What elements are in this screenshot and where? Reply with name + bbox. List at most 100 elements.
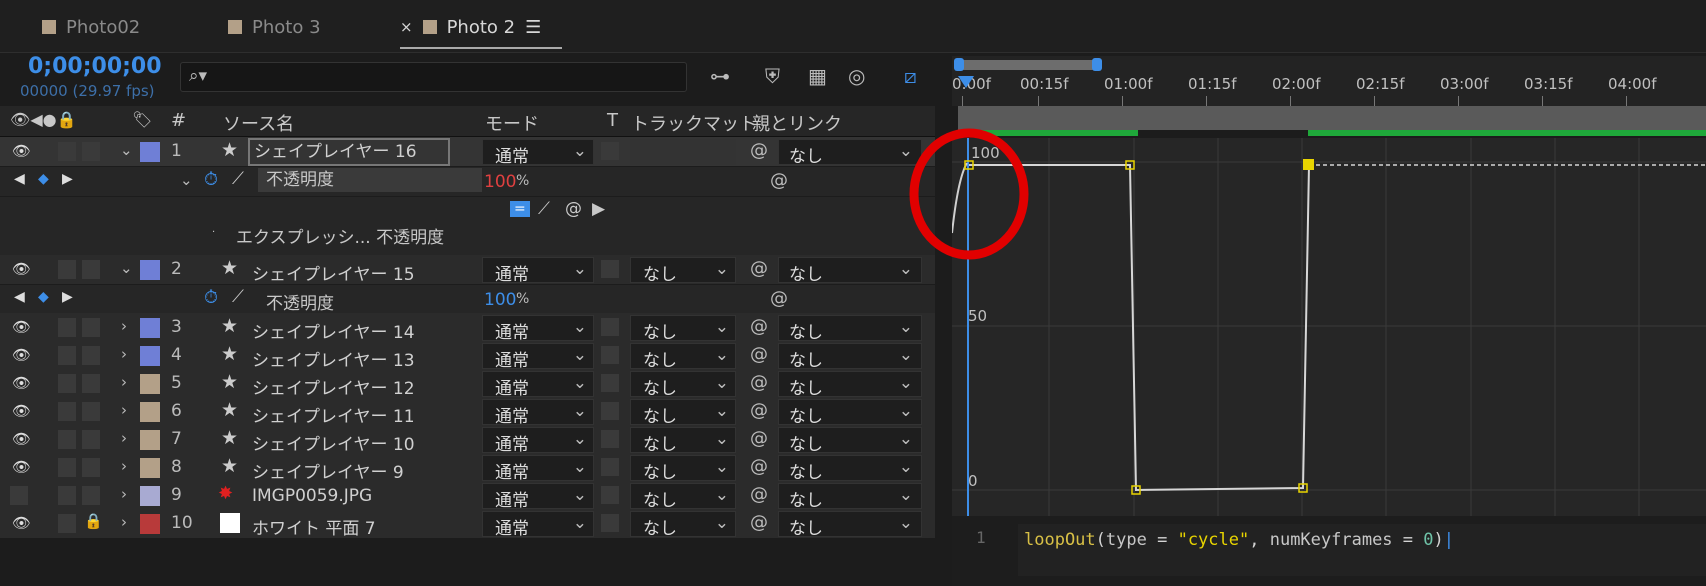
lock-toggle[interactable] — [82, 346, 100, 365]
track-matte-select[interactable]: なし ⌄ — [630, 257, 736, 285]
solo-toggle[interactable] — [58, 458, 76, 477]
pickwhip-icon[interactable]: @ — [750, 140, 768, 161]
label-color[interactable] — [140, 142, 160, 162]
blend-mode-select[interactable]: 通常 ⌄ — [482, 257, 594, 285]
chevron-right-icon[interactable]: › — [121, 513, 127, 531]
preserve-transparency-toggle[interactable] — [601, 458, 619, 476]
layer-name[interactable]: IMGP0059.JPG — [252, 486, 372, 506]
property-row[interactable]: ◀ ◆ ▶ ⏱ ⟋ 不透明度 100 % @ — [0, 285, 935, 315]
stopwatch-icon[interactable]: ⏱ — [204, 287, 218, 308]
next-keyframe-icon[interactable]: ▶ — [62, 171, 73, 187]
lock-toggle[interactable] — [82, 260, 100, 279]
parent-select[interactable]: なし ⌄ — [778, 483, 922, 511]
parent-select[interactable]: なし ⌄ — [778, 257, 922, 285]
preserve-transparency-toggle[interactable] — [601, 514, 619, 532]
keyframe-marker-selected[interactable] — [1303, 159, 1314, 170]
parent-select[interactable]: なし ⌄ — [778, 371, 922, 399]
property-value[interactable]: 100 — [484, 172, 516, 192]
parent-select[interactable]: なし ⌄ — [778, 455, 922, 483]
chevron-down-icon[interactable]: ⌄ — [120, 141, 133, 159]
eye-icon[interactable]: 👁 — [12, 458, 31, 476]
expression-code[interactable]: loopOut(type = "cycle", numKeyframes = 0… — [1018, 524, 1706, 576]
layer-row[interactable]: 👁 › 6 ★ シェイプレイヤー 11 通常 ⌄ なし ⌄ @ なし ⌄ — [0, 397, 935, 427]
label-color[interactable] — [140, 346, 160, 366]
pickwhip-icon[interactable]: @ — [750, 316, 768, 337]
layer-name[interactable]: シェイプレイヤー 10 — [252, 430, 415, 455]
solo-toggle[interactable] — [58, 346, 76, 365]
track-matte-select[interactable]: なし ⌄ — [630, 343, 736, 371]
label-color[interactable] — [140, 458, 160, 478]
shy-layers-icon[interactable]: ⛨ — [765, 64, 780, 88]
layer-row[interactable]: 👁 ⌄ 2 ★ シェイプレイヤー 15 通常 ⌄ なし ⌄ @ なし ⌄ — [0, 255, 935, 285]
label-color[interactable] — [140, 514, 160, 534]
work-area-bar[interactable] — [958, 60, 1098, 70]
parent-select[interactable]: なし ⌄ — [778, 427, 922, 455]
track-matte-select[interactable]: なし ⌄ — [630, 315, 736, 343]
graph-toggle-icon[interactable]: ⟋ — [538, 199, 550, 219]
tab-photo2[interactable]: × Photo 2 ☰ — [400, 14, 541, 40]
layer-row[interactable]: 👁 ⌄ 1 ★ シェイプレイヤー 16 通常 ⌄ @ なし ⌄ — [0, 137, 935, 167]
layer-row[interactable]: › 9 ✸ IMGP0059.JPG 通常 ⌄ なし ⌄ @ なし ⌄ — [0, 481, 935, 511]
blend-mode-select[interactable]: 通常 ⌄ — [482, 455, 594, 483]
pickwhip-icon[interactable]: @ — [750, 258, 768, 279]
eye-icon[interactable]: 👁 — [12, 402, 31, 420]
solo-toggle[interactable] — [58, 260, 76, 279]
chevron-right-icon[interactable]: › — [121, 345, 127, 363]
lock-icon[interactable]: 🔒 — [84, 512, 103, 530]
parent-select[interactable]: なし ⌄ — [778, 511, 922, 539]
layer-name[interactable]: シェイプレイヤー 12 — [252, 374, 415, 399]
blend-mode-select[interactable]: 通常 ⌄ — [482, 427, 594, 455]
preserve-transparency-toggle[interactable] — [601, 318, 619, 336]
eye-icon[interactable]: 👁 — [12, 346, 31, 364]
layer-row[interactable]: 👁 › 8 ★ シェイプレイヤー 9 通常 ⌄ なし ⌄ @ なし ⌄ — [0, 453, 935, 483]
blend-mode-select[interactable]: 通常 ⌄ — [482, 343, 594, 371]
parent-select[interactable]: なし ⌄ — [778, 399, 922, 427]
graph-editor[interactable]: 100 50 0 — [951, 138, 1706, 516]
label-color[interactable] — [140, 402, 160, 422]
blend-mode-select[interactable]: 通常 ⌄ — [482, 399, 594, 427]
pickwhip-icon[interactable]: @ — [750, 428, 768, 449]
chevron-right-icon[interactable]: › — [121, 373, 127, 391]
preserve-transparency-toggle[interactable] — [601, 430, 619, 448]
pickwhip-icon[interactable]: @ — [750, 484, 768, 505]
prev-keyframe-icon[interactable]: ◀ — [14, 289, 25, 305]
lock-toggle[interactable] — [82, 318, 100, 337]
keyframe-diamond-icon[interactable]: ◆ — [38, 171, 49, 187]
layer-name[interactable]: シェイプレイヤー 9 — [252, 458, 404, 483]
track-matte-select[interactable]: なし ⌄ — [630, 371, 736, 399]
eye-icon[interactable]: 👁 — [12, 374, 31, 392]
blend-mode-select[interactable]: 通常 ⌄ — [482, 511, 594, 539]
track-matte-select[interactable] — [630, 139, 736, 165]
lock-toggle[interactable] — [82, 486, 100, 505]
lock-toggle[interactable] — [82, 458, 100, 477]
close-icon[interactable]: × — [400, 18, 413, 36]
parent-select[interactable]: なし ⌄ — [778, 139, 922, 167]
pickwhip-icon[interactable]: @ — [770, 170, 788, 191]
chevron-right-icon[interactable]: › — [121, 401, 127, 419]
solo-toggle[interactable] — [58, 486, 76, 505]
graph-toggle-icon[interactable]: ⟋ — [232, 169, 244, 189]
playhead-handle[interactable] — [958, 76, 974, 88]
graph-toggle-icon[interactable]: ⟋ — [232, 287, 244, 307]
label-color[interactable] — [140, 486, 160, 506]
property-value[interactable]: 100 — [484, 290, 516, 310]
video-toggle[interactable] — [10, 486, 28, 505]
blend-mode-select[interactable]: 通常 ⌄ — [482, 315, 594, 343]
label-color[interactable] — [140, 318, 160, 338]
chevron-right-icon[interactable]: › — [121, 485, 127, 503]
eye-icon[interactable]: 👁 — [12, 514, 31, 532]
track-matte-select[interactable]: なし ⌄ — [630, 427, 736, 455]
track-matte-select[interactable]: なし ⌄ — [630, 399, 736, 427]
chevron-right-icon[interactable]: › — [121, 317, 127, 335]
chevron-down-icon[interactable]: ⌄ — [120, 259, 133, 277]
current-time-display[interactable]: 0;00;00;00 — [28, 54, 162, 79]
label-color[interactable] — [140, 430, 160, 450]
solo-toggle[interactable] — [58, 402, 76, 421]
tab-photo02[interactable]: Photo02 — [42, 14, 140, 40]
parent-select[interactable]: なし ⌄ — [778, 315, 922, 343]
layer-name[interactable]: シェイプレイヤー 13 — [252, 346, 415, 371]
pickwhip-icon[interactable]: @ — [750, 372, 768, 393]
next-keyframe-icon[interactable]: ▶ — [62, 289, 73, 305]
preserve-transparency-toggle[interactable] — [601, 346, 619, 364]
lock-toggle[interactable] — [82, 374, 100, 393]
